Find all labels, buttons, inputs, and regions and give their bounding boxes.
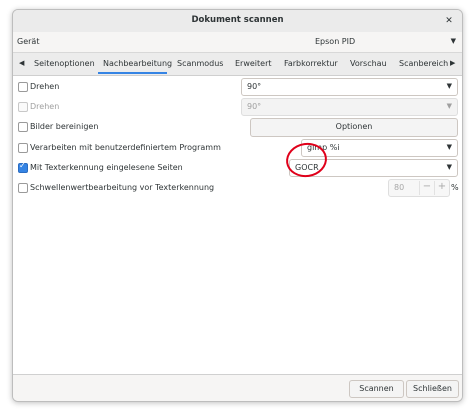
tab-nachbearbeitung[interactable]: Nachbearbeitung <box>103 59 172 68</box>
chevron-down-icon[interactable]: ▼ <box>451 37 456 45</box>
tab-scroll-left-icon[interactable]: ◀ <box>19 59 24 67</box>
tab-erweitert[interactable]: Erweitert <box>235 59 272 68</box>
chevron-down-icon: ▼ <box>446 143 452 151</box>
options-button-label: Optionen <box>335 122 373 131</box>
custom-program-label: Verarbeiten mit benutzerdefiniertem Prog… <box>30 143 221 152</box>
rotate-2-checkbox[interactable] <box>18 102 28 112</box>
chevron-down-icon: ▼ <box>446 82 452 90</box>
threshold-label: Schwellenwertbearbeitung vor Texterkennu… <box>30 183 215 192</box>
rotate-2-select[interactable]: 90° ▼ <box>241 98 458 116</box>
rotate-label: Drehen <box>30 82 60 91</box>
rotate-value: 90° <box>247 82 262 91</box>
tab-seitenoptionen[interactable]: Seitenoptionen <box>34 59 95 68</box>
option-row-threshold: Schwellenwertbearbeitung vor Texterkennu… <box>13 178 462 198</box>
post-processing-panel: Drehen 90° ▼ Drehen 90° ▼ Bilder bereini… <box>13 76 462 375</box>
decrement-icon[interactable]: − <box>419 181 434 195</box>
threshold-value: 80 <box>394 183 405 192</box>
rotate-2-value: 90° <box>247 102 262 111</box>
dialog-footer: Scannen Schließen <box>13 376 462 401</box>
rotate-2-label: Drehen <box>30 102 60 111</box>
threshold-spinbutton[interactable]: 80 − + <box>388 179 450 197</box>
tab-scanmodus[interactable]: Scanmodus <box>177 59 223 68</box>
close-button[interactable]: Schließen <box>406 380 459 398</box>
threshold-unit: % <box>451 183 459 192</box>
title-bar: Dokument scannen ✕ <box>13 10 462 33</box>
option-row-rotate: Drehen 90° ▼ <box>13 77 462 97</box>
tab-scroll-right-icon[interactable]: ▶ <box>450 59 455 67</box>
tab-vorschau[interactable]: Vorschau <box>350 59 387 68</box>
tab-scanbereich[interactable]: Scanbereich <box>399 59 448 68</box>
rotate-checkbox[interactable] <box>18 82 28 92</box>
ocr-label: Mit Texterkennung eingelesene Seiten <box>30 163 183 172</box>
close-button-label: Schließen <box>413 384 452 393</box>
device-row: Gerät Epson PID ▼ <box>13 32 462 53</box>
increment-icon[interactable]: + <box>434 181 449 195</box>
clean-label: Bilder bereinigen <box>30 122 99 131</box>
option-row-ocr: Mit Texterkennung eingelesene Seiten GOC… <box>13 158 462 178</box>
option-row-rotate-2: Drehen 90° ▼ <box>13 97 462 117</box>
close-icon[interactable]: ✕ <box>442 14 456 28</box>
clean-checkbox[interactable] <box>18 122 28 132</box>
option-row-custom-program: Verarbeiten mit benutzerdefiniertem Prog… <box>13 138 462 158</box>
scan-button[interactable]: Scannen <box>349 380 404 398</box>
device-label: Gerät <box>17 37 40 46</box>
threshold-checkbox[interactable] <box>18 183 28 193</box>
chevron-down-icon: ▼ <box>446 102 452 110</box>
window-title: Dokument scannen <box>191 15 284 25</box>
option-row-clean: Bilder bereinigen Optionen <box>13 117 462 137</box>
active-tab-indicator <box>98 72 167 74</box>
tab-bar: ◀ Seitenoptionen Nachbearbeitung Scanmod… <box>13 53 462 76</box>
options-button[interactable]: Optionen <box>250 118 458 137</box>
device-select[interactable]: Epson PID <box>315 37 355 46</box>
custom-program-checkbox[interactable] <box>18 143 28 153</box>
rotate-select[interactable]: 90° ▼ <box>241 78 458 96</box>
scan-button-label: Scannen <box>359 384 394 393</box>
scan-dialog: Dokument scannen ✕ Gerät Epson PID ▼ ◀ S… <box>12 9 463 402</box>
chevron-down-icon: ▼ <box>446 163 452 171</box>
tab-farbkorrektur[interactable]: Farbkorrektur <box>284 59 338 68</box>
ocr-checkbox[interactable] <box>18 161 28 173</box>
